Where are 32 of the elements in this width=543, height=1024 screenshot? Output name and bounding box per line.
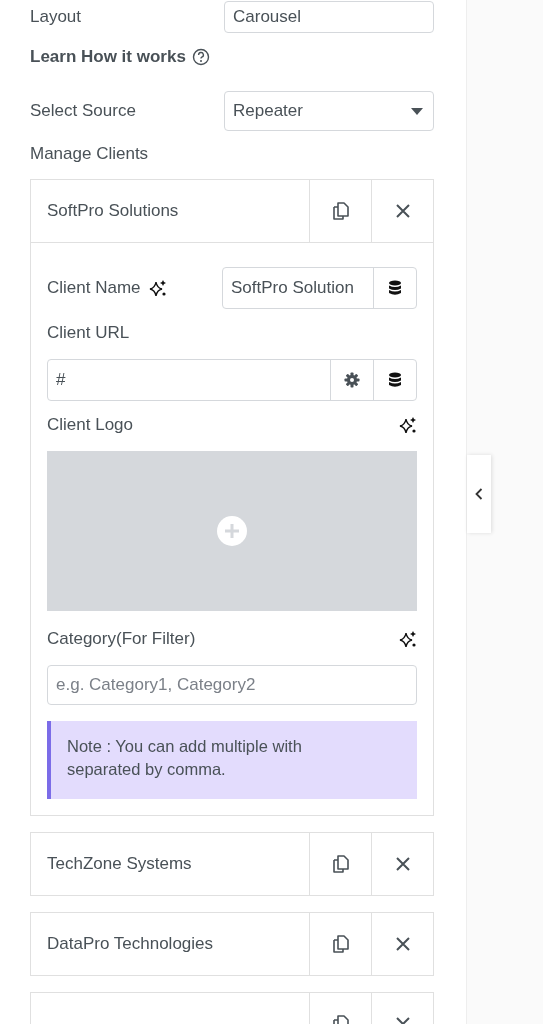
field-label: Client Logo xyxy=(47,415,133,435)
chevron-left-icon xyxy=(475,488,483,500)
copy-icon xyxy=(332,935,349,953)
field-label: Layout xyxy=(30,7,82,27)
client-name-field[interactable]: SoftPro Solution xyxy=(222,267,417,309)
copy-icon xyxy=(332,855,349,873)
client-title[interactable]: DataPro Technologies xyxy=(31,913,309,975)
caret-icon xyxy=(411,107,423,115)
note-text: Note : You can add multiple with separated by comma. xyxy=(47,721,417,799)
close-icon xyxy=(395,937,410,951)
help-link[interactable]: Learn How it works xyxy=(30,47,186,67)
database-icon xyxy=(388,372,402,388)
client-title[interactable]: TechZone Systems xyxy=(31,833,309,895)
close-icon xyxy=(395,204,410,218)
url-field[interactable]: # xyxy=(47,359,417,401)
close-icon xyxy=(395,857,410,871)
settings-icon xyxy=(344,372,360,388)
help-icon[interactable] xyxy=(191,48,210,66)
database-icon xyxy=(388,280,402,296)
client-title[interactable]: SoftPro Solutions xyxy=(31,180,309,242)
field-label: Client Name xyxy=(47,278,141,298)
category-field[interactable]: e.g. Category1, Category2 xyxy=(47,665,417,705)
source-select[interactable]: Repeater xyxy=(224,91,434,131)
copy-icon xyxy=(332,202,349,220)
field-label: Category(For Filter) xyxy=(47,629,196,649)
section-title: Manage Clients xyxy=(30,144,150,164)
field-label: Client URL xyxy=(47,323,130,343)
sparkle-icon[interactable] xyxy=(399,416,417,434)
sparkle-icon[interactable] xyxy=(148,279,167,297)
sparkle-icon[interactable] xyxy=(399,630,417,648)
field-label: Select Source xyxy=(30,101,136,121)
layout-select[interactable]: Carousel xyxy=(224,1,434,33)
